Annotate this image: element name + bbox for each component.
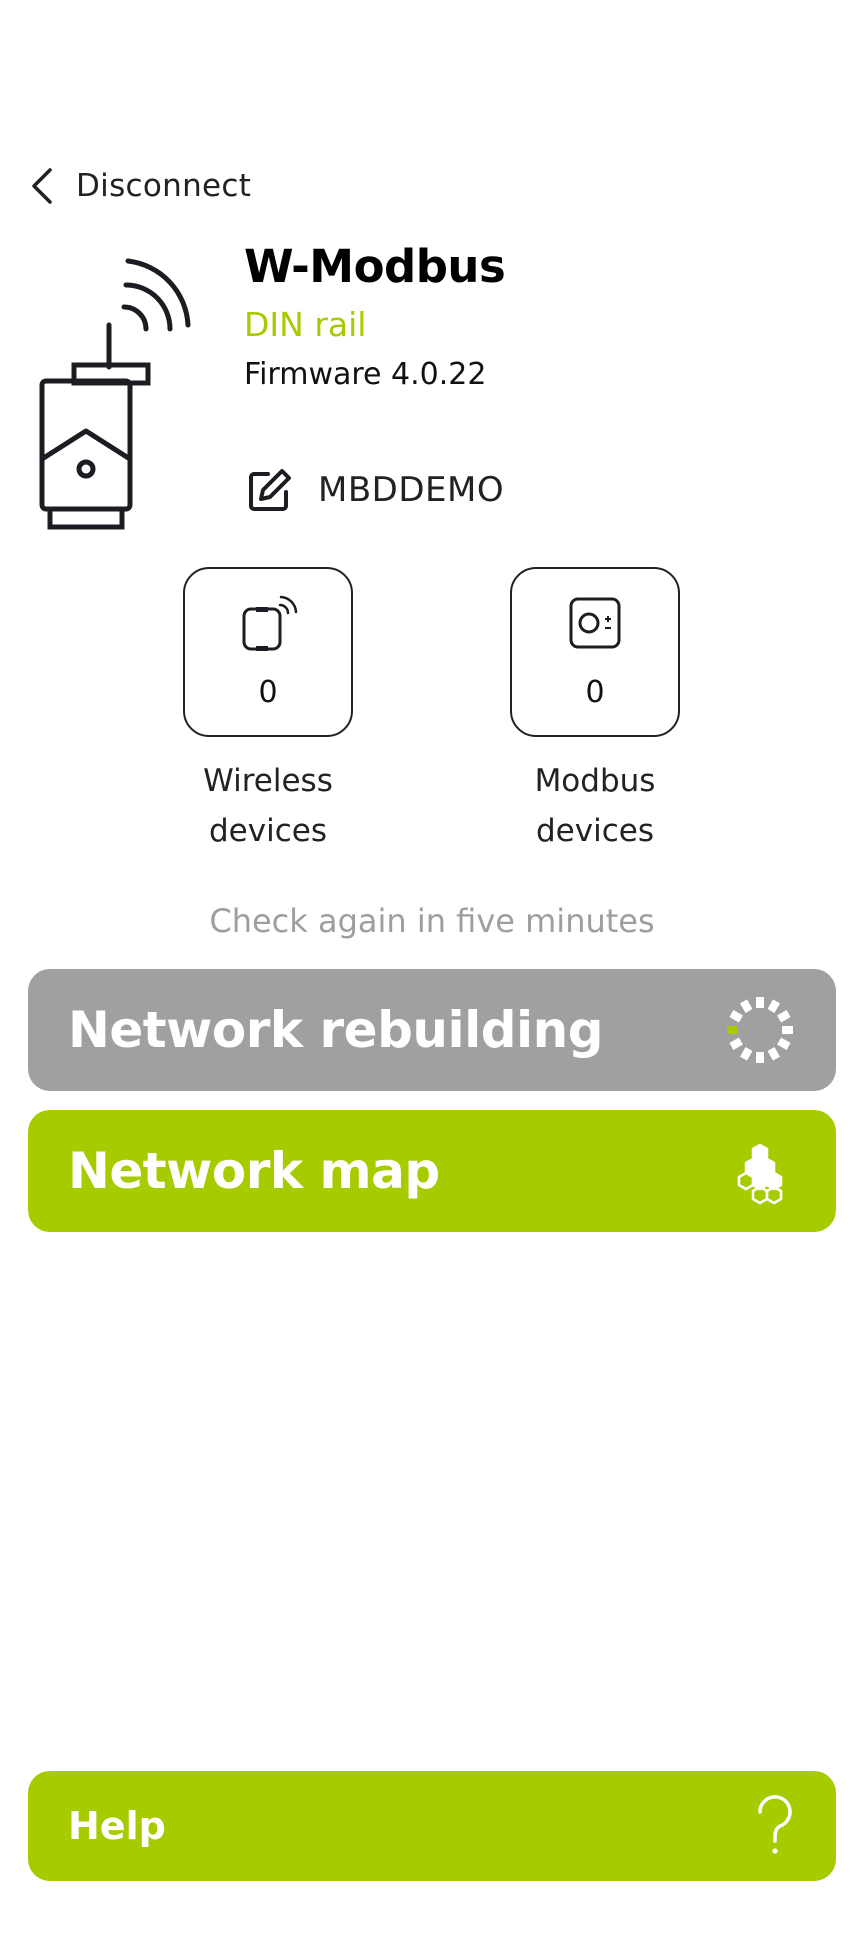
modbus-devices-label: Modbus devices bbox=[475, 756, 715, 856]
spinner-segment bbox=[777, 1037, 791, 1050]
network-map-button[interactable]: Network map bbox=[28, 1110, 836, 1232]
network-map-icon bbox=[737, 1143, 783, 1205]
spinner-segment bbox=[767, 1047, 780, 1061]
modbus-devices-tile[interactable]: 0 bbox=[510, 567, 680, 737]
network-rebuilding-label: Network rebuilding bbox=[68, 1001, 604, 1059]
disconnect-button[interactable]: Disconnect bbox=[28, 160, 251, 212]
help-label: Help bbox=[68, 1804, 166, 1848]
spinner-segment bbox=[729, 1037, 743, 1050]
device-name: MBDDEMO bbox=[318, 470, 505, 510]
spinner-segment bbox=[767, 999, 780, 1013]
wireless-devices-count: 0 bbox=[258, 675, 278, 710]
wireless-devices-label: Wireless devices bbox=[148, 756, 388, 856]
question-mark-icon bbox=[758, 1795, 792, 1854]
device-type: DIN rail bbox=[244, 305, 367, 344]
modbus-label-line1: Modbus bbox=[534, 763, 656, 799]
modbus-devices-count: 0 bbox=[585, 675, 605, 710]
network-map-label: Network map bbox=[68, 1142, 440, 1200]
disconnect-label: Disconnect bbox=[76, 168, 252, 204]
modbus-label-line2: devices bbox=[536, 813, 654, 849]
help-button[interactable]: Help bbox=[28, 1771, 836, 1881]
device-title: W-Modbus bbox=[244, 240, 506, 293]
loading-spinner-icon bbox=[727, 997, 793, 1063]
modbus-device-icon bbox=[569, 597, 621, 649]
wireless-label-line2: devices bbox=[209, 813, 327, 849]
din-rail-gateway-icon bbox=[39, 258, 191, 530]
wireless-devices-tile[interactable]: 0 bbox=[183, 567, 353, 737]
edit-icon bbox=[249, 469, 291, 511]
spinner-segment bbox=[740, 999, 753, 1013]
spinner-segment bbox=[729, 1010, 743, 1023]
chevron-left-icon bbox=[32, 168, 52, 204]
wireless-device-icon bbox=[242, 595, 298, 651]
wireless-label-line1: Wireless bbox=[203, 763, 333, 799]
status-hint: Check again in five minutes bbox=[209, 902, 655, 940]
spinner-segment bbox=[740, 1047, 753, 1061]
network-rebuilding-button[interactable]: Network rebuilding bbox=[28, 969, 836, 1091]
rename-device-button[interactable]: MBDDEMO bbox=[246, 466, 504, 514]
spinner-segment bbox=[777, 1010, 791, 1023]
firmware-version: Firmware 4.0.22 bbox=[244, 357, 487, 392]
